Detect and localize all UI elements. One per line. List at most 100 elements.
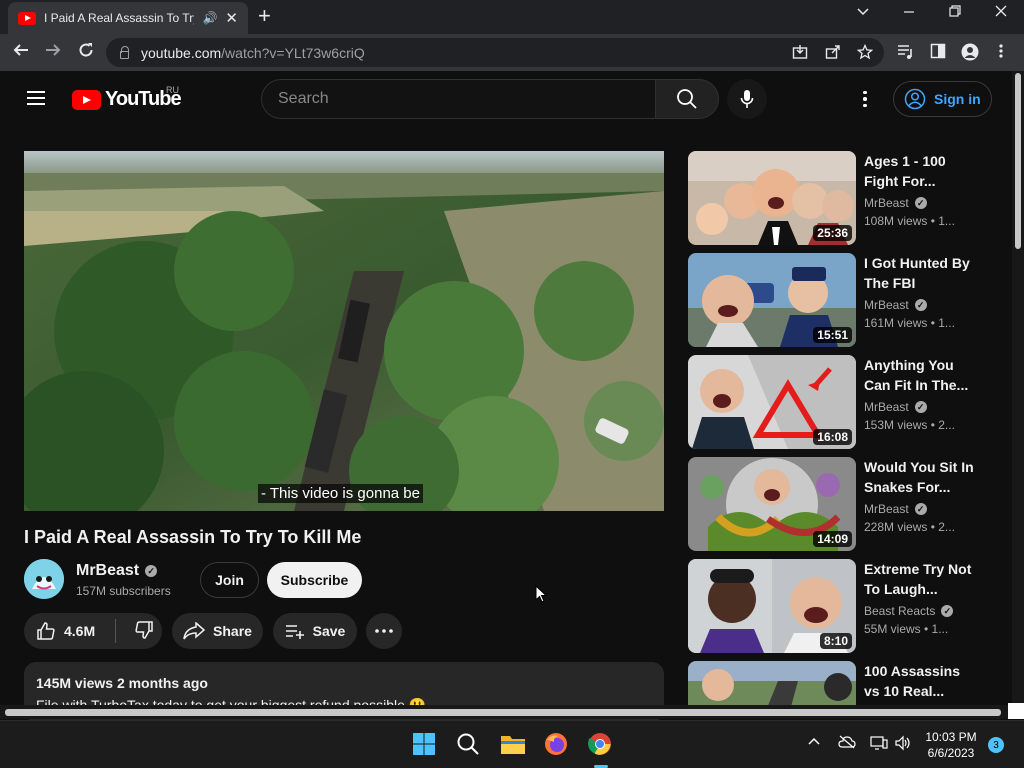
video-thumbnail[interactable]: 8:10 xyxy=(688,559,856,653)
share-page-icon[interactable] xyxy=(825,44,841,64)
recommended-channel-label: MrBeast xyxy=(864,502,909,516)
recommended-channel[interactable]: MrBeast ✓ xyxy=(864,502,927,516)
add-to-playlist-icon xyxy=(285,625,304,639)
horizontal-scroll-thumb[interactable] xyxy=(5,709,1001,716)
channel-avatar[interactable] xyxy=(24,559,64,599)
recommended-title[interactable]: Ages 1 - 100 Fight For... xyxy=(864,151,974,191)
recommended-channel[interactable]: MrBeast ✓ xyxy=(864,298,927,312)
clock-time: 10:03 PM xyxy=(925,730,977,744)
taskbar-search-icon[interactable] xyxy=(456,732,482,758)
view-count-date: 145M views 2 months ago xyxy=(36,675,208,691)
save-button[interactable]: Save xyxy=(273,613,357,649)
profile-icon[interactable] xyxy=(961,43,979,65)
recommended-channel[interactable]: Beast Reacts ✓ xyxy=(864,604,954,618)
video-thumbnail[interactable]: 15:51 xyxy=(688,253,856,347)
sign-in-button[interactable]: Sign in xyxy=(893,81,992,117)
vertical-scroll-thumb[interactable] xyxy=(1015,73,1021,249)
volume-icon[interactable] xyxy=(894,735,912,754)
like-button[interactable]: 4.6M xyxy=(36,621,95,641)
file-explorer-icon[interactable] xyxy=(500,732,526,758)
recommended-video[interactable]: 14:09 Would You Sit In Snakes For... MrB… xyxy=(688,457,978,551)
recommended-video[interactable]: 100 Assassins vs 10 Real... xyxy=(688,661,978,705)
minimize-button[interactable] xyxy=(902,4,916,22)
address-bar[interactable]: youtube.com/watch?v=YLt73w6criQ xyxy=(106,38,884,67)
chrome-icon[interactable] xyxy=(588,732,614,758)
video-thumbnail[interactable]: 16:08 xyxy=(688,355,856,449)
notification-badge[interactable]: 3 xyxy=(988,737,1004,753)
recommended-title[interactable]: 100 Assassins vs 10 Real... xyxy=(864,661,974,701)
firefox-icon[interactable] xyxy=(544,732,570,758)
tab-search-chevron-icon[interactable] xyxy=(856,4,870,22)
install-app-icon[interactable] xyxy=(792,44,808,64)
verified-icon: ✓ xyxy=(914,401,927,413)
voice-search-button[interactable] xyxy=(727,79,767,119)
more-actions-button[interactable] xyxy=(366,613,402,649)
recommended-title[interactable]: Extreme Try Not To Laugh... xyxy=(864,559,974,599)
speaker-icon[interactable]: 🔊 xyxy=(202,11,217,25)
lock-icon[interactable] xyxy=(120,45,129,59)
video-thumbnail[interactable]: 25:36 xyxy=(688,151,856,245)
bookmark-star-icon[interactable] xyxy=(856,43,874,64)
taskbar: 10:03 PM 6/6/2023 3 xyxy=(0,720,1024,768)
verified-icon: ✓ xyxy=(914,503,927,515)
show-hidden-icons-chevron[interactable] xyxy=(808,735,820,751)
close-tab-icon[interactable]: ✕ xyxy=(225,9,238,27)
video-duration: 8:10 xyxy=(819,633,852,649)
guide-menu-icon[interactable] xyxy=(27,91,45,105)
search-button[interactable] xyxy=(655,79,719,119)
side-panel-icon[interactable] xyxy=(930,43,946,63)
recommended-title[interactable]: I Got Hunted By The FBI xyxy=(864,253,974,293)
restore-button[interactable] xyxy=(948,4,962,22)
system-clock[interactable]: 10:03 PM 6/6/2023 xyxy=(918,729,984,761)
recommended-channel-label: MrBeast xyxy=(864,196,909,210)
search-input[interactable] xyxy=(278,90,655,108)
recommended-video[interactable]: 15:51 I Got Hunted By The FBI MrBeast ✓ 1… xyxy=(688,253,978,347)
recommended-title[interactable]: Anything You Can Fit In The... xyxy=(864,355,974,395)
horizontal-scrollbar[interactable] xyxy=(0,705,1012,719)
search-box[interactable] xyxy=(261,79,656,119)
youtube-logo[interactable]: YouTube xyxy=(72,88,182,111)
browser-toolbar: youtube.com/watch?v=YLt73w6criQ xyxy=(0,34,1024,71)
video-thumbnail[interactable]: 14:09 xyxy=(688,457,856,551)
youtube-header: YouTube RU Sign in xyxy=(0,71,1012,127)
channel-name[interactable]: MrBeast ✓ xyxy=(76,562,158,580)
video-player[interactable]: - This video is gonna be xyxy=(24,151,664,511)
video-title: I Paid A Real Assassin To Try To Kill Me xyxy=(24,527,362,547)
url-host: youtube.com xyxy=(141,44,222,61)
verified-icon: ✓ xyxy=(914,299,927,311)
join-button[interactable]: Join xyxy=(200,562,259,598)
settings-menu-icon[interactable] xyxy=(854,88,876,110)
close-window-button[interactable] xyxy=(994,4,1008,22)
recommended-channel[interactable]: MrBeast ✓ xyxy=(864,400,927,414)
video-duration: 16:08 xyxy=(813,429,852,445)
video-duration: 15:51 xyxy=(813,327,852,343)
chrome-menu-icon[interactable] xyxy=(998,43,1004,63)
network-icon[interactable] xyxy=(870,735,888,754)
recommended-video[interactable]: 25:36 Ages 1 - 100 Fight For... MrBeast ✓… xyxy=(688,151,978,245)
sign-in-label: Sign in xyxy=(934,91,981,107)
account-icon xyxy=(904,88,926,110)
new-tab-button[interactable]: + xyxy=(258,4,271,28)
microphone-icon xyxy=(740,90,754,108)
forward-button[interactable] xyxy=(44,41,62,65)
dislike-button[interactable] xyxy=(134,620,154,643)
recommended-video[interactable]: 8:10 Extreme Try Not To Laugh... Beast R… xyxy=(688,559,978,653)
subscribe-button[interactable]: Subscribe xyxy=(267,562,362,598)
video-duration: 25:36 xyxy=(813,225,852,241)
reload-button[interactable] xyxy=(77,41,95,65)
browser-tab[interactable]: I Paid A Real Assassin To Try 🔊 ✕ xyxy=(8,2,248,34)
back-button[interactable] xyxy=(12,41,30,65)
video-thumbnail[interactable] xyxy=(688,661,856,705)
recommended-channel[interactable]: MrBeast ✓ xyxy=(864,196,927,210)
vertical-scrollbar[interactable] xyxy=(1012,71,1024,705)
video-caption: - This video is gonna be xyxy=(258,484,423,503)
recommended-video[interactable]: 16:08 Anything You Can Fit In The... MrB… xyxy=(688,355,978,449)
verified-icon: ✓ xyxy=(941,605,954,617)
video-duration: 14:09 xyxy=(813,531,852,547)
recommended-title[interactable]: Would You Sit In Snakes For... xyxy=(864,457,974,497)
clock-date: 6/6/2023 xyxy=(927,746,975,760)
cloud-offline-icon[interactable] xyxy=(838,735,856,752)
windows-start-icon[interactable] xyxy=(412,732,438,758)
share-button[interactable]: Share xyxy=(172,613,263,649)
media-controls-icon[interactable] xyxy=(897,43,914,63)
